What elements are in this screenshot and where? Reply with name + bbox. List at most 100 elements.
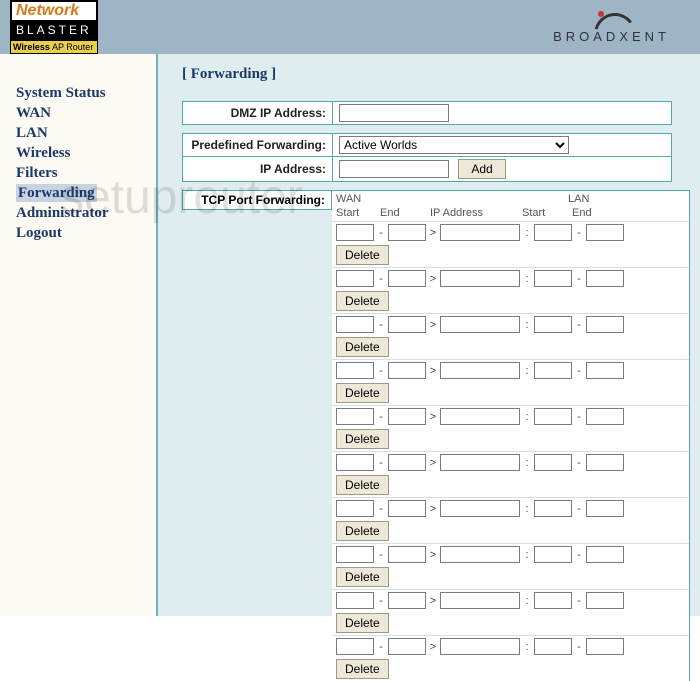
delete-button[interactable]: Delete	[336, 475, 389, 495]
delete-button[interactable]: Delete	[336, 291, 389, 311]
lan-end-input[interactable]	[586, 362, 624, 379]
tcp-label: TCP Port Forwarding:	[182, 190, 332, 210]
row-ip-input[interactable]	[440, 546, 520, 563]
sidebar-item-system-status[interactable]: System Status	[16, 84, 156, 102]
wan-end-input[interactable]	[388, 592, 426, 609]
wan-start-input[interactable]	[336, 500, 374, 517]
lan-end-input[interactable]	[586, 316, 624, 333]
gt-sep: >	[428, 549, 438, 561]
col-end: End	[380, 207, 430, 219]
dash-sep: -	[376, 549, 386, 561]
dash-sep: -	[376, 641, 386, 653]
ip-address-input[interactable]	[339, 160, 449, 178]
tcp-row: ->:-Delete	[332, 635, 689, 681]
colon-sep: :	[522, 365, 532, 377]
delete-button[interactable]: Delete	[336, 337, 389, 357]
wan-end-input[interactable]	[388, 316, 426, 333]
wan-end-input[interactable]	[388, 454, 426, 471]
tcp-table: WAN LAN Start End IP Address Start End -…	[332, 190, 690, 681]
lan-end-input[interactable]	[586, 638, 624, 655]
delete-button[interactable]: Delete	[336, 383, 389, 403]
sidebar-item-wan[interactable]: WAN	[16, 104, 156, 122]
delete-button[interactable]: Delete	[336, 245, 389, 265]
lan-end-input[interactable]	[586, 270, 624, 287]
lan-start-input[interactable]	[534, 408, 572, 425]
tcp-header-sub: Start End IP Address Start End	[332, 207, 689, 221]
row-ip-input[interactable]	[440, 500, 520, 517]
lan-start-input[interactable]	[534, 638, 572, 655]
sidebar-item-forwarding[interactable]: Forwarding	[16, 184, 97, 202]
lan-start-input[interactable]	[534, 592, 572, 609]
content-area: [ Forwarding ] DMZ IP Address: Predefine…	[158, 54, 700, 616]
tcp-row: ->:-Delete	[332, 405, 689, 451]
lan-end-input[interactable]	[586, 546, 624, 563]
lan-start-input[interactable]	[534, 546, 572, 563]
row-ip-input[interactable]	[440, 270, 520, 287]
dash-sep: -	[376, 365, 386, 377]
lan-start-input[interactable]	[534, 224, 572, 241]
wan-end-input[interactable]	[388, 546, 426, 563]
sidebar-item-filters[interactable]: Filters	[16, 164, 156, 182]
wan-end-input[interactable]	[388, 224, 426, 241]
col-end2: End	[572, 207, 612, 219]
dmz-ip-input[interactable]	[339, 104, 449, 122]
dash-sep: -	[376, 595, 386, 607]
colon-sep: :	[522, 595, 532, 607]
add-button[interactable]: Add	[458, 159, 505, 179]
delete-button[interactable]: Delete	[336, 429, 389, 449]
wan-end-input[interactable]	[388, 362, 426, 379]
lan-start-input[interactable]	[534, 316, 572, 333]
lan-start-input[interactable]	[534, 500, 572, 517]
wan-start-input[interactable]	[336, 546, 374, 563]
wan-start-input[interactable]	[336, 316, 374, 333]
wan-header: WAN	[336, 193, 434, 205]
delete-button[interactable]: Delete	[336, 521, 389, 541]
row-ip-input[interactable]	[440, 362, 520, 379]
wan-start-input[interactable]	[336, 270, 374, 287]
tcp-row: ->:-Delete	[332, 313, 689, 359]
delete-button[interactable]: Delete	[336, 567, 389, 587]
brand-arc-icon	[592, 11, 632, 29]
lan-end-input[interactable]	[586, 224, 624, 241]
predef-forwarding-select[interactable]: Active Worlds	[339, 136, 569, 154]
delete-button[interactable]: Delete	[336, 659, 389, 679]
row-ip-input[interactable]	[440, 454, 520, 471]
sidebar-item-logout[interactable]: Logout	[16, 224, 156, 242]
lan-start-input[interactable]	[534, 454, 572, 471]
colon-sep: :	[522, 503, 532, 515]
row-ip-input[interactable]	[440, 316, 520, 333]
dash-sep2: -	[574, 227, 584, 239]
wan-end-input[interactable]	[388, 500, 426, 517]
wan-start-input[interactable]	[336, 592, 374, 609]
wan-start-input[interactable]	[336, 362, 374, 379]
wan-end-input[interactable]	[388, 408, 426, 425]
lan-start-input[interactable]	[534, 270, 572, 287]
row-ip-input[interactable]	[440, 408, 520, 425]
colon-sep: :	[522, 549, 532, 561]
product-logo: Network BLASTER Wireless AP Router	[10, 0, 98, 54]
wan-end-input[interactable]	[388, 270, 426, 287]
wan-start-input[interactable]	[336, 224, 374, 241]
dmz-table: DMZ IP Address:	[182, 101, 672, 125]
sidebar-item-administrator[interactable]: Administrator	[16, 204, 156, 222]
wan-start-input[interactable]	[336, 638, 374, 655]
wan-end-input[interactable]	[388, 638, 426, 655]
delete-button[interactable]: Delete	[336, 613, 389, 633]
row-ip-input[interactable]	[440, 638, 520, 655]
row-ip-input[interactable]	[440, 592, 520, 609]
wan-start-input[interactable]	[336, 408, 374, 425]
col-start: Start	[336, 207, 380, 219]
sidebar-item-lan[interactable]: LAN	[16, 124, 156, 142]
row-ip-input[interactable]	[440, 224, 520, 241]
lan-end-input[interactable]	[586, 454, 624, 471]
tcp-row: ->:-Delete	[332, 543, 689, 589]
lan-start-input[interactable]	[534, 362, 572, 379]
wan-start-input[interactable]	[336, 454, 374, 471]
sidebar-item-wireless[interactable]: Wireless	[16, 144, 156, 162]
tcp-row: ->:-Delete	[332, 589, 689, 635]
lan-end-input[interactable]	[586, 500, 624, 517]
gt-sep: >	[428, 457, 438, 469]
logo-text-blaster: BLASTER	[10, 22, 98, 40]
lan-end-input[interactable]	[586, 592, 624, 609]
lan-end-input[interactable]	[586, 408, 624, 425]
